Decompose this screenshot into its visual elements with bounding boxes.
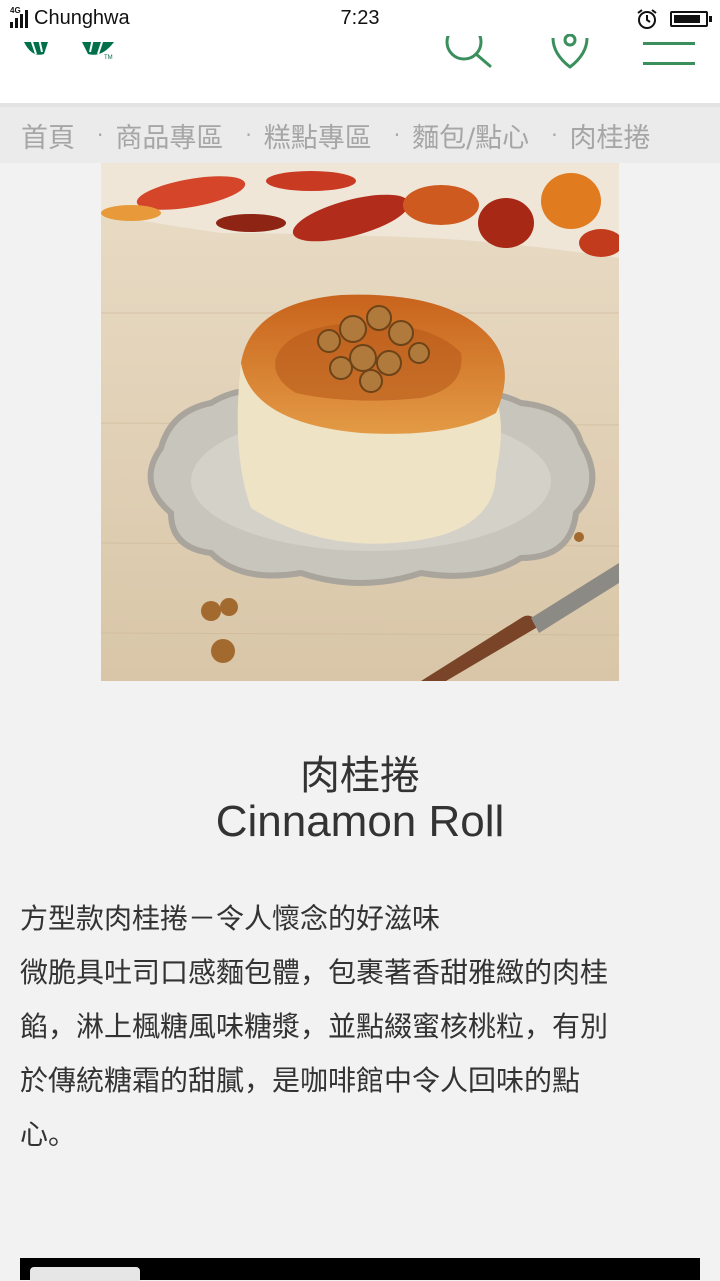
description-line: 餡，淋上楓糖風味糖漿，並點綴蜜核桃粒，有別 (20, 1010, 609, 1043)
description-line: 於傳統糖霜的甜膩，是咖啡館中令人回味的點 (20, 1064, 581, 1097)
breadcrumb-pastry[interactable]: 糕點專區 (264, 116, 372, 155)
search-icon (444, 23, 496, 74)
product-image (101, 163, 619, 681)
breadcrumb-separator: · (393, 123, 401, 147)
description-line: 心。 (20, 1118, 77, 1151)
location-pin-icon (549, 33, 591, 74)
breadcrumb: 首頁 · 商品專區 · 糕點專區 · 麵包/點心 · 肉桂捲 (0, 103, 720, 163)
status-time: 7:23 (340, 7, 380, 29)
site-header: TM (0, 23, 720, 103)
breadcrumb-current: 肉桂捲 (569, 122, 651, 154)
product-name-en: Cinnamon Roll (215, 797, 505, 846)
status-right (636, 8, 712, 30)
product-description: 方型款肉桂捲－令人懷念的好滋味 微脆具吐司口感麵包體，包裹著香甜雅緻的肉桂 餡，… (20, 892, 700, 1162)
bottom-bar (20, 1258, 700, 1281)
svg-text:TM: TM (104, 55, 113, 61)
breadcrumb-separator: · (97, 123, 104, 147)
product-name-zh: 肉桂捲 (300, 753, 420, 799)
breadcrumb-separator: · (551, 123, 558, 147)
bottom-bar-button[interactable] (30, 1267, 140, 1281)
location-button[interactable] (549, 33, 591, 70)
breadcrumb-home[interactable]: 首頁 (21, 116, 75, 155)
breadcrumb-separator: · (245, 123, 252, 147)
description-line: 微脆具吐司口感麵包體，包裹著香甜雅緻的肉桂 (20, 956, 609, 989)
starbucks-logo-icon[interactable]: TM (22, 32, 122, 66)
description-line: 方型款肉桂捲－令人懷念的好滋味 (20, 902, 441, 935)
battery-icon (670, 11, 712, 27)
alarm-icon (636, 8, 658, 30)
breadcrumb-products[interactable]: 商品專區 (115, 116, 223, 155)
hamburger-menu-icon[interactable] (643, 40, 697, 68)
breadcrumb-bread-snacks[interactable]: 麵包/點心 (412, 116, 529, 155)
search-button[interactable] (444, 23, 496, 70)
